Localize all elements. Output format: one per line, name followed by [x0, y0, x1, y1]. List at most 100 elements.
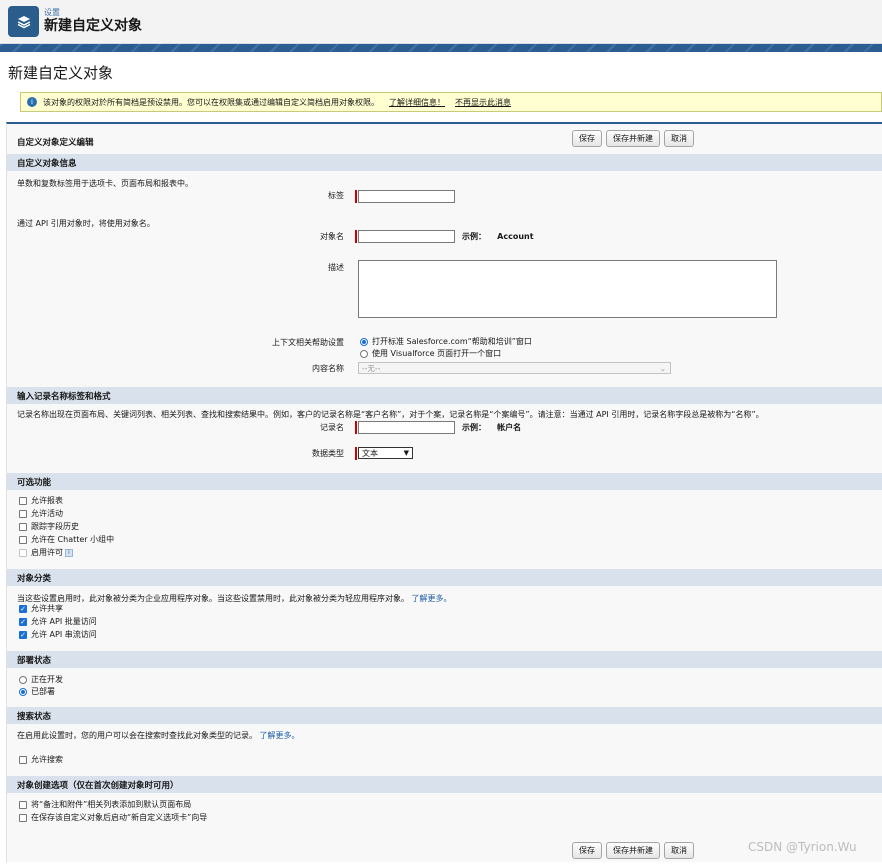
radio-unchecked[interactable]	[360, 349, 368, 358]
allow-chatter-checkbox[interactable]: 允许在 Chatter 小组中	[19, 534, 114, 545]
checkbox-label: 允许搜索	[31, 755, 63, 764]
checkbox-box[interactable]	[19, 522, 27, 531]
checkbox-box[interactable]	[19, 509, 27, 518]
object-name-example: 示例： Account	[462, 231, 534, 242]
radio-label: 正在开发	[31, 675, 63, 684]
record-name-example: 示例： 帐户名	[462, 422, 521, 433]
permission-notice: i 该对象的权限对於所有简档是预设禁用。您可以在权限集或通过编辑自定义简档启用对…	[20, 92, 882, 112]
object-edit-form: 自定义对象定义编辑 保存 保存并新建 取消 自定义对象信息 单数和复数标签用于选…	[6, 122, 882, 862]
notice-text: 该对象的权限对於所有简档是预设禁用。您可以在权限集或通过编辑自定义简档启用对象权…	[43, 97, 379, 107]
enable-licensing-checkbox: 启用许可 i	[19, 547, 73, 558]
checkbox-label: 允许共享	[31, 604, 63, 613]
allow-activities-checkbox[interactable]: 允许活动	[19, 508, 63, 519]
radio-label: 已部署	[31, 687, 55, 696]
decorative-band	[0, 44, 882, 52]
learn-more-link[interactable]: 了解详细信息！	[389, 97, 445, 108]
radio-checked[interactable]	[360, 337, 368, 346]
content-name-value: --无--	[362, 363, 381, 373]
checkbox-label: 在保存该自定义对象后启动“新自定义选项卡”向导	[31, 813, 208, 822]
section-record-name: 输入记录名称标签和格式	[7, 387, 882, 404]
learn-more-link[interactable]: 了解更多。	[260, 731, 300, 740]
allow-sharing-checkbox[interactable]: ✓ 允许共享	[19, 603, 63, 614]
checkbox-box[interactable]	[19, 535, 27, 544]
checkbox-box[interactable]	[19, 496, 27, 505]
label-intro: 单数和复数标签用于选项卡、页面布局和报表中。	[17, 179, 193, 188]
example-prefix: 示例：	[462, 423, 486, 432]
description-textarea[interactable]	[358, 260, 777, 318]
data-type-label: 数据类型	[312, 449, 344, 458]
record-name-intro: 记录名称出现在页面布局、关键词列表、相关列表、查找和搜索结果中。例如，客户的记录…	[17, 410, 764, 419]
checkbox-checked[interactable]: ✓	[19, 617, 27, 626]
classification-intro-text: 当这些设置启用时，此对象被分类为企业应用程序对象。当这些设置禁用时，此对象被分类…	[17, 594, 409, 603]
required-marker	[355, 421, 357, 434]
content-name-select[interactable]: --无-- ⌄	[358, 362, 671, 374]
checkbox-label: 允许报表	[31, 496, 63, 505]
required-marker	[355, 230, 357, 243]
deployed-radio[interactable]: 已部署	[19, 686, 55, 697]
help-option-standard[interactable]: 打开标准 Salesforce.com“帮助和培训”窗口	[360, 336, 532, 347]
checkbox-label: 跟踪字段历史	[31, 522, 79, 531]
checkbox-label: 允许活动	[31, 509, 63, 518]
help-setting-label: 上下文相关帮助设置	[272, 338, 344, 347]
bottom-button-bar: 保存 保存并新建 取消	[572, 842, 694, 859]
watermark: CSDN @Tyrion.Wu	[748, 840, 857, 854]
cancel-button[interactable]: 取消	[664, 842, 694, 859]
required-marker	[355, 447, 357, 460]
checkbox-box[interactable]	[19, 755, 27, 764]
save-button[interactable]: 保存	[572, 842, 602, 859]
object-name-input[interactable]	[358, 230, 455, 243]
launch-tab-wizard-checkbox[interactable]: 在保存该自定义对象后启动“新自定义选项卡”向导	[19, 812, 207, 823]
save-and-new-button[interactable]: 保存并新建	[606, 842, 660, 859]
track-history-checkbox[interactable]: 跟踪字段历史	[19, 521, 79, 532]
help-option-visualforce[interactable]: 使用 Visualforce 页面打开一个窗口	[360, 348, 501, 359]
section-object-classification: 对象分类	[7, 569, 882, 586]
section-creation-options: 对象创建选项（仅在首次创建对象时可用）	[7, 776, 882, 793]
cancel-button[interactable]: 取消	[664, 130, 694, 147]
allow-bulk-api-checkbox[interactable]: ✓ 允许 API 批量访问	[19, 616, 97, 627]
record-name-label: 记录名	[320, 423, 344, 432]
info-icon[interactable]: i	[65, 548, 73, 557]
search-intro-text: 在启用此设置时，您的用户可以会在搜索时查找此对象类型的记录。	[17, 731, 257, 740]
label-label: 标签	[328, 191, 344, 200]
top-button-bar: 保存 保存并新建 取消	[572, 130, 694, 147]
allow-streaming-api-checkbox[interactable]: ✓ 允许 API 串流访问	[19, 629, 97, 640]
allow-reports-checkbox[interactable]: 允许报表	[19, 495, 63, 506]
required-marker	[355, 190, 357, 203]
radio-unchecked[interactable]	[19, 675, 27, 684]
example-value: Account	[497, 232, 534, 241]
api-note: 通过 API 引用对象时，将使用对象名。	[17, 219, 155, 228]
checkbox-checked[interactable]: ✓	[19, 630, 27, 639]
radio-checked[interactable]	[19, 687, 27, 696]
checkbox-box[interactable]	[19, 800, 27, 809]
data-type-select[interactable]: 文本 ▼	[358, 447, 413, 459]
checkbox-checked[interactable]: ✓	[19, 604, 27, 613]
add-notes-attachments-checkbox[interactable]: 将“备注和附件”相关列表添加到默认页面布局	[19, 799, 191, 810]
label-input[interactable]	[358, 190, 455, 203]
allow-search-checkbox[interactable]: 允许搜索	[19, 754, 63, 765]
checkbox-box-disabled	[19, 548, 27, 557]
description-label: 描述	[328, 263, 344, 272]
object-name-label: 对象名	[320, 232, 344, 241]
help-option1-text: 打开标准 Salesforce.com“帮助和培训”窗口	[372, 337, 532, 346]
hide-message-link[interactable]: 不再显示此消息	[455, 97, 511, 108]
example-value: 帐户名	[497, 423, 522, 432]
checkbox-label: 允许 API 批量访问	[31, 617, 97, 626]
learn-more-link[interactable]: 了解更多。	[412, 594, 452, 603]
checkbox-box[interactable]	[19, 813, 27, 822]
in-development-radio[interactable]: 正在开发	[19, 674, 63, 685]
save-and-new-button[interactable]: 保存并新建	[606, 130, 660, 147]
section-search-status: 搜索状态	[7, 707, 882, 724]
record-name-input[interactable]	[358, 421, 455, 434]
save-button[interactable]: 保存	[572, 130, 602, 147]
classification-intro: 当这些设置启用时，此对象被分类为企业应用程序对象。当这些设置禁用时，此对象被分类…	[17, 593, 452, 604]
info-icon: i	[27, 97, 37, 107]
page-title: 新建自定义对象	[8, 64, 114, 82]
data-type-value: 文本	[362, 448, 378, 458]
search-intro: 在启用此设置时，您的用户可以会在搜索时查找此对象类型的记录。 了解更多。	[17, 730, 300, 741]
section-object-info: 自定义对象信息	[7, 154, 882, 171]
example-prefix: 示例：	[462, 232, 486, 241]
content-name-label: 内容名称	[312, 364, 344, 373]
section-deployment-status: 部署状态	[7, 651, 882, 668]
chevron-down-icon: ⌄	[659, 363, 666, 373]
checkbox-label: 启用许可	[31, 548, 63, 557]
